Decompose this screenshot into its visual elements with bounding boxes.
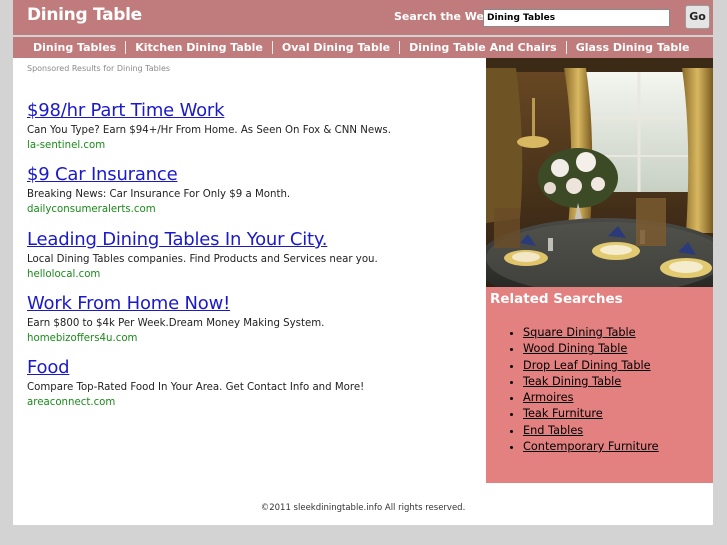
nav-separator	[399, 41, 401, 54]
go-button[interactable]: Go	[685, 5, 710, 29]
related-link-armoires[interactable]: Armoires	[523, 391, 573, 404]
nav-item-kitchen-dining-table[interactable]: Kitchen Dining Table	[126, 41, 272, 55]
related-searches-list: Square Dining Table Wood Dining Table Dr…	[486, 325, 659, 455]
related-link-drop-leaf-dining-table[interactable]: Drop Leaf Dining Table	[523, 359, 651, 372]
ad-title-link[interactable]: Work From Home Now!	[27, 294, 324, 314]
ad-description: Can You Type? Earn $94+/Hr From Home. As…	[27, 125, 391, 136]
ad-description: Breaking News: Car Insurance For Only $9…	[27, 189, 291, 200]
list-item: End Tables	[523, 423, 659, 439]
ad-description: Local Dining Tables companies. Find Prod…	[27, 254, 378, 265]
main-content: Sponsored Results for Dining Tables $98/…	[13, 58, 486, 492]
list-item: Drop Leaf Dining Table	[523, 358, 659, 374]
top-nav: Dining Tables Kitchen Dining Table Oval …	[13, 37, 713, 58]
list-item: Teak Dining Table	[523, 374, 659, 390]
related-link-end-tables[interactable]: End Tables	[523, 424, 583, 437]
related-link-wood-dining-table[interactable]: Wood Dining Table	[523, 342, 627, 355]
related-link-teak-dining-table[interactable]: Teak Dining Table	[523, 375, 621, 388]
ad-description: Compare Top-Rated Food In Your Area. Get…	[27, 382, 365, 393]
list-item: Wood Dining Table	[523, 341, 659, 357]
list-item: Armoires	[523, 390, 659, 406]
nav-item-oval-dining-table[interactable]: Oval Dining Table	[273, 41, 399, 55]
ad-listing: Work From Home Now! Earn $800 to $4k Per…	[27, 294, 324, 345]
list-item: Square Dining Table	[523, 325, 659, 341]
sidebar-bottom-spacer	[486, 483, 713, 492]
ad-title-link[interactable]: $9 Car Insurance	[27, 165, 290, 185]
ad-title-link[interactable]: Food	[27, 358, 364, 378]
ad-listing: Food Compare Top-Rated Food In Your Area…	[27, 358, 364, 409]
search-label: Search the Web:	[394, 10, 497, 23]
ad-listing: $98/hr Part Time Work Can You Type? Earn…	[27, 101, 391, 152]
list-item: Contemporary Furniture	[523, 439, 659, 455]
related-link-teak-furniture[interactable]: Teak Furniture	[523, 407, 603, 420]
ad-title-link[interactable]: $98/hr Part Time Work	[27, 101, 391, 121]
nav-separator	[565, 41, 567, 54]
site-title[interactable]: Dining Table	[27, 5, 142, 25]
nav-separator	[271, 41, 273, 54]
ad-url-link[interactable]: hellolocal.com	[27, 268, 378, 281]
ad-listing: Leading Dining Tables In Your City. Loca…	[27, 230, 378, 281]
site-footer: ©2011 sleekdiningtable.info All rights r…	[13, 492, 713, 525]
ad-description: Earn $800 to $4k Per Week.Dream Money Ma…	[27, 318, 325, 329]
nav-item-dining-table-and-chairs[interactable]: Dining Table And Chairs	[400, 41, 566, 55]
site-header: Dining Table Search the Web: Go	[13, 0, 713, 35]
ad-url-link[interactable]: dailyconsumeralerts.com	[27, 203, 290, 216]
copyright-text: ©2011 sleekdiningtable.info All rights r…	[260, 503, 466, 513]
related-link-contemporary-furniture[interactable]: Contemporary Furniture	[523, 440, 659, 453]
ad-url-link[interactable]: homebizoffers4u.com	[27, 332, 324, 345]
ad-title-link[interactable]: Leading Dining Tables In Your City.	[27, 230, 378, 250]
related-searches-panel: Related Searches Square Dining Table Woo…	[486, 287, 713, 483]
search-input[interactable]	[483, 9, 670, 27]
ad-url-link[interactable]: la-sentinel.com	[27, 139, 391, 152]
sponsored-label: Sponsored Results for Dining Tables	[27, 64, 171, 73]
dining-room-photo	[486, 58, 713, 287]
related-searches-title: Related Searches	[490, 291, 623, 307]
nav-item-glass-dining-table[interactable]: Glass Dining Table	[567, 41, 699, 55]
nav-separator	[125, 41, 127, 54]
ad-listing: $9 Car Insurance Breaking News: Car Insu…	[27, 165, 290, 216]
nav-item-dining-tables[interactable]: Dining Tables	[24, 41, 125, 55]
related-link-square-dining-table[interactable]: Square Dining Table	[523, 326, 636, 339]
ad-url-link[interactable]: areaconnect.com	[27, 396, 364, 409]
list-item: Teak Furniture	[523, 406, 659, 422]
